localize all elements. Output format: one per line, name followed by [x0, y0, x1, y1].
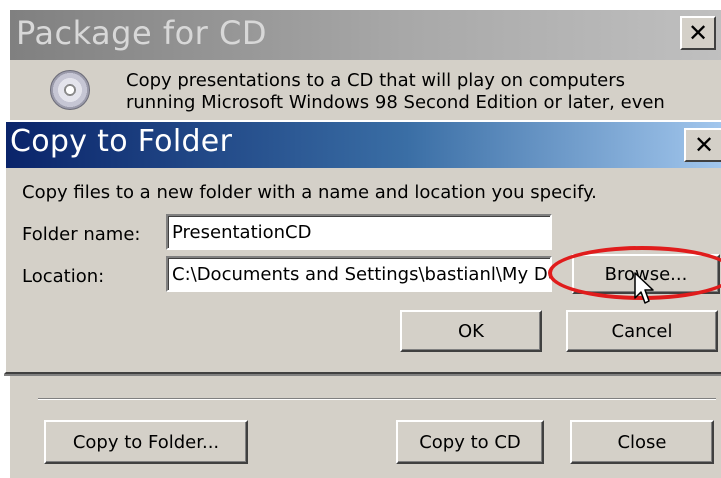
location-field[interactable]: C:\Documents and Settings\bastianl\My Do…: [166, 256, 552, 292]
folder-name-field[interactable]: PresentationCD: [166, 214, 552, 250]
copy-dialog-close-button[interactable]: ✕: [684, 128, 721, 162]
package-dialog-title: Package for CD: [16, 14, 267, 52]
close-icon: ✕: [693, 131, 715, 159]
cd-icon: [50, 70, 90, 110]
copy-to-folder-dialog: Copy to Folder ✕ Copy files to a new fol…: [4, 120, 721, 374]
copy-dialog-description: Copy files to a new folder with a name a…: [22, 182, 597, 203]
package-dialog-titlebar[interactable]: Package for CD ✕: [10, 10, 721, 60]
folder-name-label: Folder name:: [22, 224, 141, 245]
cancel-button[interactable]: Cancel: [566, 310, 718, 352]
copy-dialog-titlebar[interactable]: Copy to Folder ✕: [6, 122, 721, 168]
package-dialog-close-button[interactable]: ✕: [680, 16, 716, 50]
mouse-pointer-icon: [634, 272, 654, 304]
screen: Package for CD ✕ Copy presentations to a…: [0, 0, 721, 478]
close-icon: ✕: [687, 19, 709, 47]
divider: [38, 398, 716, 400]
copy-dialog-title: Copy to Folder: [10, 124, 233, 159]
location-label: Location:: [22, 266, 105, 287]
close-button[interactable]: Close: [570, 420, 714, 464]
copy-to-folder-button[interactable]: Copy to Folder...: [44, 420, 248, 464]
ok-button[interactable]: OK: [400, 310, 542, 352]
package-dialog-description: Copy presentations to a CD that will pla…: [126, 70, 665, 113]
copy-to-cd-button[interactable]: Copy to CD: [396, 420, 544, 464]
